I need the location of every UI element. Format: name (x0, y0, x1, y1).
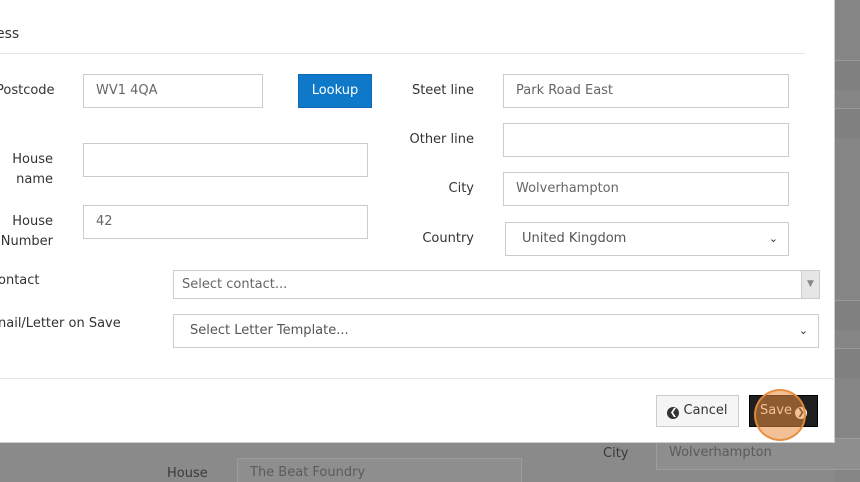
address-modal: ess Postcode WV1 4QA Lookup House name H… (0, 0, 835, 443)
background-table-row (835, 300, 860, 330)
save-button[interactable]: Save ❯ (749, 395, 818, 427)
house-name-input[interactable] (83, 143, 368, 177)
house-name-label-line1: House (12, 152, 53, 167)
title-divider (0, 53, 805, 54)
postcode-input[interactable]: WV1 4QA (83, 74, 263, 108)
postcode-label: Postcode (0, 83, 55, 98)
contact-label: ontact (0, 273, 40, 288)
house-number-label-line1: House (12, 214, 53, 229)
background-table-row (835, 60, 860, 90)
other-line-label: Other line (409, 132, 474, 147)
background-house-label: House (167, 466, 208, 481)
background-house-field: The Beat Foundry (237, 458, 522, 482)
letter-template-placeholder: Select Letter Template... (190, 323, 349, 338)
contact-select[interactable]: Select contact... ▼ (173, 270, 820, 299)
letter-template-select[interactable]: Select Letter Template... ⌄ (173, 314, 819, 348)
modal-title: ess (0, 26, 20, 42)
background-table-row (835, 348, 860, 378)
country-select[interactable]: United Kingdom ⌄ (505, 222, 789, 256)
cancel-button[interactable]: ❮ Cancel (656, 395, 739, 427)
cancel-button-label: Cancel (683, 403, 728, 418)
caret-down-icon: ▼ (801, 271, 819, 298)
background-city-label: City (603, 446, 629, 461)
house-number-label-line2: Number (0, 234, 53, 249)
street-line-input[interactable]: Park Road East (503, 74, 789, 108)
arrow-left-circle-icon: ❮ (667, 407, 680, 419)
save-button-label: Save (760, 403, 792, 418)
chevron-down-icon: ⌄ (798, 324, 808, 337)
arrow-right-circle-icon: ❯ (794, 407, 807, 419)
country-label: Country (422, 231, 474, 246)
lookup-button[interactable]: Lookup (298, 74, 372, 108)
chevron-down-icon: ⌄ (768, 232, 778, 245)
city-input[interactable]: Wolverhampton (503, 172, 789, 206)
footer-divider (0, 378, 835, 379)
country-select-value: United Kingdom (522, 231, 627, 246)
email-letter-label: nail/Letter on Save (0, 316, 121, 331)
city-label: City (448, 181, 474, 196)
house-number-input[interactable]: 42 (83, 205, 368, 239)
house-name-label-line2: name (16, 172, 53, 187)
other-line-input[interactable] (503, 123, 789, 157)
street-line-label: Steet line (411, 83, 474, 98)
contact-select-placeholder: Select contact... (182, 277, 288, 292)
background-table-row (835, 108, 860, 138)
